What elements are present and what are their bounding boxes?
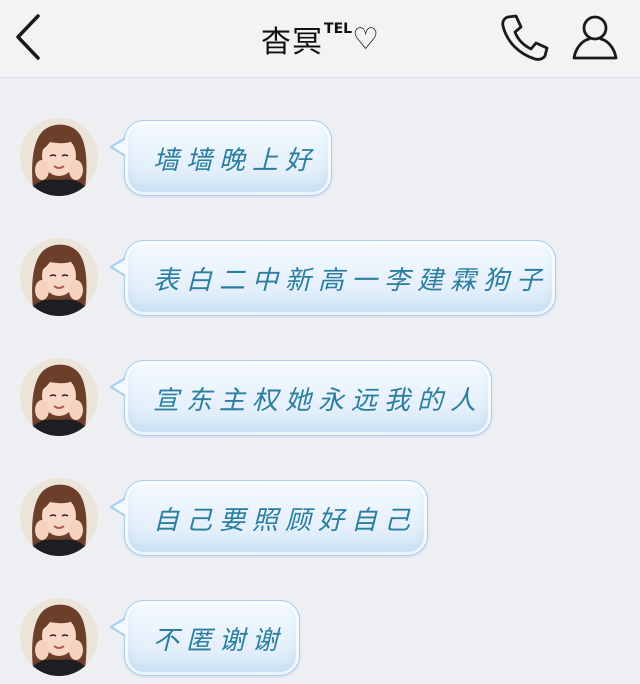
message-row: 表白二中新高一李建霖狗子 — [0, 238, 640, 324]
message-row: 墙墙晚上好 — [0, 118, 640, 204]
message-bubble[interactable]: 宣东主权她永远我的人 — [109, 360, 492, 436]
call-button[interactable] — [496, 12, 550, 62]
message-bubble[interactable]: 表白二中新高一李建霖狗子 — [109, 240, 556, 316]
phone-icon — [501, 14, 549, 61]
chevron-left-icon — [16, 14, 40, 60]
profile-button[interactable] — [568, 10, 622, 64]
contact-name: 杳冥 — [261, 25, 324, 60]
avatar[interactable] — [20, 598, 98, 676]
message-row: 自己要照顾好自己 — [0, 478, 640, 564]
heart-icon: ♡ — [352, 21, 379, 57]
avatar[interactable] — [20, 118, 98, 196]
message-bubble[interactable]: 不匿谢谢 — [109, 600, 300, 676]
tel-badge: TEL — [324, 21, 353, 37]
avatar[interactable] — [20, 358, 98, 436]
back-button[interactable] — [8, 12, 48, 62]
avatar[interactable] — [20, 478, 98, 556]
message-bubble[interactable]: 自己要照顾好自己 — [109, 480, 428, 556]
message-row: 不匿谢谢 — [0, 598, 640, 684]
person-icon — [572, 15, 618, 60]
message-row: 宣东主权她永远我的人 — [0, 358, 640, 444]
chat-header: 杳冥 TEL ♡ — [0, 0, 640, 78]
message-bubble[interactable]: 墙墙晚上好 — [109, 120, 332, 196]
avatar[interactable] — [20, 238, 98, 316]
